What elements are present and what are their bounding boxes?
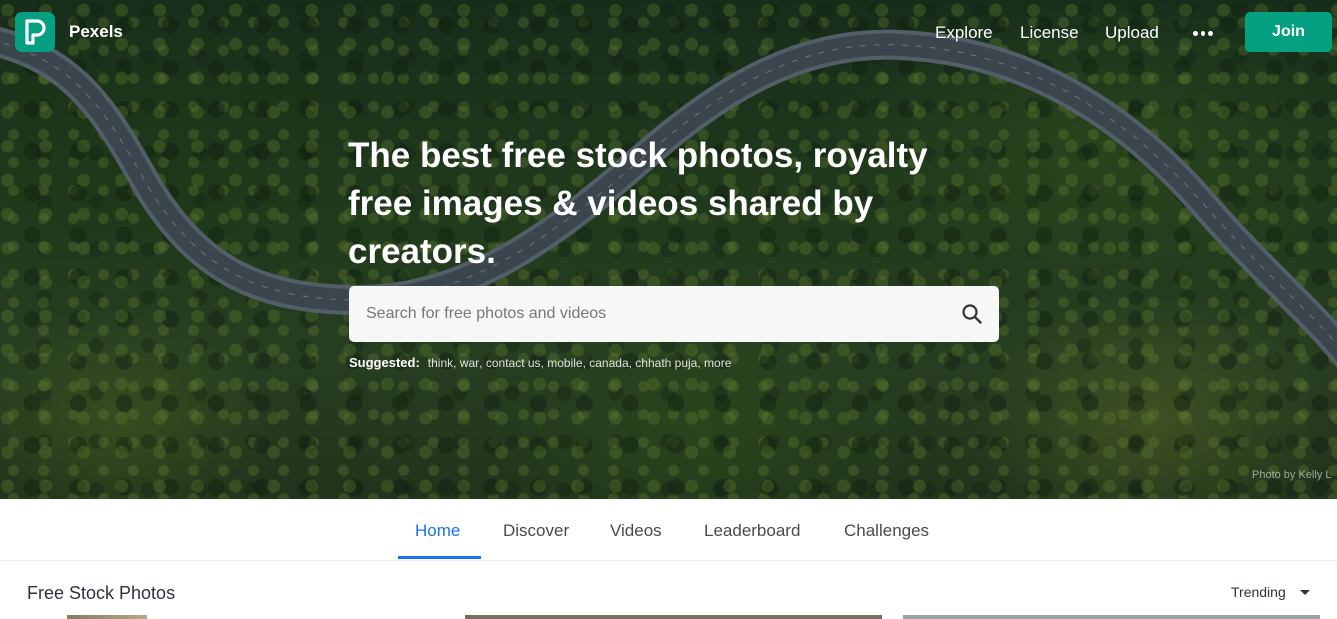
suggested-canada[interactable]: canada: [589, 356, 628, 370]
suggested-war[interactable]: war: [460, 356, 479, 370]
photo-thumbnail[interactable]: [27, 615, 444, 619]
suggested-contact-us[interactable]: contact us: [486, 356, 541, 370]
tab-home[interactable]: Home: [415, 521, 460, 541]
search-bar: [349, 286, 999, 342]
suggested-searches: Suggested: think, war, contact us, mobil…: [349, 355, 732, 370]
photo-thumbnail[interactable]: [465, 615, 882, 619]
search-input[interactable]: [349, 286, 949, 342]
hero-title: The best free stock photos, royalty free…: [348, 136, 928, 271]
section-title: Free Stock Photos: [27, 583, 176, 603]
tab-challenges[interactable]: Challenges: [844, 521, 929, 541]
more-dots-icon[interactable]: [1193, 31, 1214, 37]
main-tabs: Home Discover Videos Leaderboard Challen…: [0, 499, 1337, 561]
suggested-more[interactable]: more: [704, 356, 731, 370]
suggested-chhath-puja[interactable]: chhath puja: [635, 356, 697, 370]
nav-upload-link[interactable]: Upload: [1105, 23, 1159, 43]
nav-license-link[interactable]: License: [1020, 23, 1079, 43]
suggested-mobile[interactable]: mobile: [547, 356, 582, 370]
brand-name[interactable]: Pexels: [69, 22, 123, 42]
suggested-label: Suggested:: [349, 355, 420, 370]
join-button[interactable]: Join: [1245, 12, 1332, 52]
tab-discover[interactable]: Discover: [503, 521, 569, 541]
search-icon[interactable]: [961, 303, 983, 325]
chevron-down-icon: [1299, 589, 1310, 595]
tab-leaderboard[interactable]: Leaderboard: [704, 521, 800, 541]
active-tab-indicator: [398, 556, 481, 559]
photo-thumbnail[interactable]: [903, 615, 1320, 619]
nav-explore-link[interactable]: Explore: [935, 23, 993, 43]
tab-videos[interactable]: Videos: [610, 521, 662, 541]
sort-dropdown[interactable]: Trending: [1231, 584, 1310, 600]
suggested-think[interactable]: think: [428, 356, 453, 370]
sort-value: Trending: [1231, 584, 1286, 600]
photo-credit[interactable]: Photo by Kelly L: [1252, 469, 1332, 481]
pexels-logo-icon[interactable]: [15, 12, 55, 52]
